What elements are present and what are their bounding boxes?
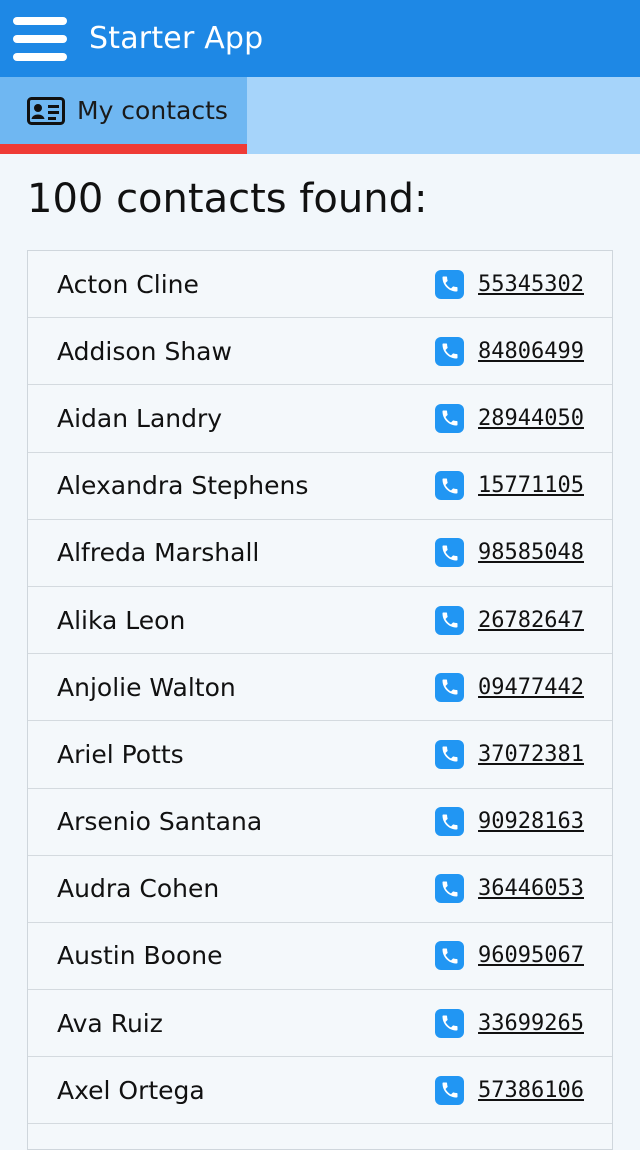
contact-name: Arsenio Santana <box>57 807 263 837</box>
phone-icon <box>435 336 465 366</box>
contact-row: Acton Cline 55345302 <box>28 251 612 319</box>
contact-row <box>28 1124 612 1149</box>
phone-number: 26782647 <box>478 607 584 633</box>
contact-card-icon <box>27 96 65 125</box>
phone-number: 36446053 <box>478 876 584 902</box>
phone-number: 55345302 <box>478 271 584 297</box>
phone-link[interactable]: 09477442 <box>435 672 584 702</box>
contact-name: Addison Shaw <box>57 336 232 366</box>
contact-row: Austin Boone 96095067 <box>28 923 612 991</box>
phone-icon <box>435 1075 465 1105</box>
contact-name: Austin Boone <box>57 941 223 971</box>
phone-link[interactable]: 37072381 <box>435 739 584 769</box>
phone-number: 84806499 <box>478 338 584 364</box>
contact-row: Aidan Landry 28944050 <box>28 385 612 453</box>
tab-label: My contacts <box>77 96 228 125</box>
app-title: Starter App <box>89 21 264 56</box>
phone-link[interactable]: 33699265 <box>435 1008 584 1038</box>
phone-link[interactable]: 28944050 <box>435 403 584 433</box>
phone-icon <box>435 1008 465 1038</box>
phone-link[interactable]: 96095067 <box>435 941 584 971</box>
contact-row: Audra Cohen 36446053 <box>28 856 612 923</box>
contact-name: Anjolie Walton <box>57 672 236 702</box>
phone-icon <box>435 672 465 702</box>
contact-name: Axel Ortega <box>57 1075 205 1105</box>
phone-number: 98585048 <box>478 540 584 566</box>
contact-name: Alika Leon <box>57 605 186 635</box>
phone-link[interactable]: 15771105 <box>435 471 584 501</box>
phone-link[interactable]: 26782647 <box>435 605 584 635</box>
phone-icon <box>435 739 465 769</box>
phone-number: 15771105 <box>478 473 584 499</box>
contact-name: Alfreda Marshall <box>57 538 260 568</box>
phone-icon <box>435 605 465 635</box>
app-bar: Starter App <box>0 0 640 77</box>
phone-icon <box>435 403 465 433</box>
contact-name: Ariel Potts <box>57 739 184 769</box>
contact-row: Alfreda Marshall 98585048 <box>28 520 612 587</box>
phone-icon <box>435 874 465 904</box>
contact-name: Aidan Landry <box>57 403 223 433</box>
phone-link[interactable]: 57386106 <box>435 1075 584 1105</box>
contact-name: Alexandra Stephens <box>57 471 309 501</box>
contact-row: Alexandra Stephens 15771105 <box>28 453 612 520</box>
tab-my-contacts[interactable]: My contacts <box>0 77 247 154</box>
phone-number: 90928163 <box>478 809 584 835</box>
phone-link[interactable]: 98585048 <box>435 538 584 568</box>
phone-icon <box>435 941 465 971</box>
phone-link[interactable]: 84806499 <box>435 336 584 366</box>
phone-number: 96095067 <box>478 943 584 969</box>
contact-row: Anjolie Walton 09477442 <box>28 654 612 722</box>
contact-row: Arsenio Santana 90928163 <box>28 789 612 856</box>
phone-number: 33699265 <box>478 1010 584 1036</box>
contact-name: Audra Cohen <box>57 874 220 904</box>
phone-link[interactable]: 90928163 <box>435 807 584 837</box>
contact-row: Addison Shaw 84806499 <box>28 318 612 386</box>
phone-icon <box>435 471 465 501</box>
contact-row: Alika Leon 26782647 <box>28 587 612 655</box>
phone-icon <box>435 538 465 568</box>
contact-list: Acton Cline 55345302 Addison Shaw 84806499 A… <box>27 250 613 1150</box>
phone-link[interactable]: 36446053 <box>435 874 584 904</box>
phone-link[interactable]: 55345302 <box>435 269 584 299</box>
tab-bar: My contacts <box>0 77 640 154</box>
hamburger-menu-icon[interactable] <box>13 16 67 61</box>
phone-number: 09477442 <box>478 674 584 700</box>
phone-icon <box>435 269 465 299</box>
phone-number: 57386106 <box>478 1077 584 1103</box>
contacts-count-heading: 100 contacts found: <box>27 176 428 222</box>
phone-number: 28944050 <box>478 405 584 431</box>
contact-name: Ava Ruiz <box>57 1008 163 1038</box>
contact-name: Acton Cline <box>57 269 199 299</box>
phone-icon <box>435 807 465 837</box>
contact-row: Ava Ruiz 33699265 <box>28 990 612 1058</box>
contact-row: Axel Ortega 57386106 <box>28 1057 612 1125</box>
contact-row: Ariel Potts 37072381 <box>28 721 612 789</box>
phone-number: 37072381 <box>478 741 584 767</box>
